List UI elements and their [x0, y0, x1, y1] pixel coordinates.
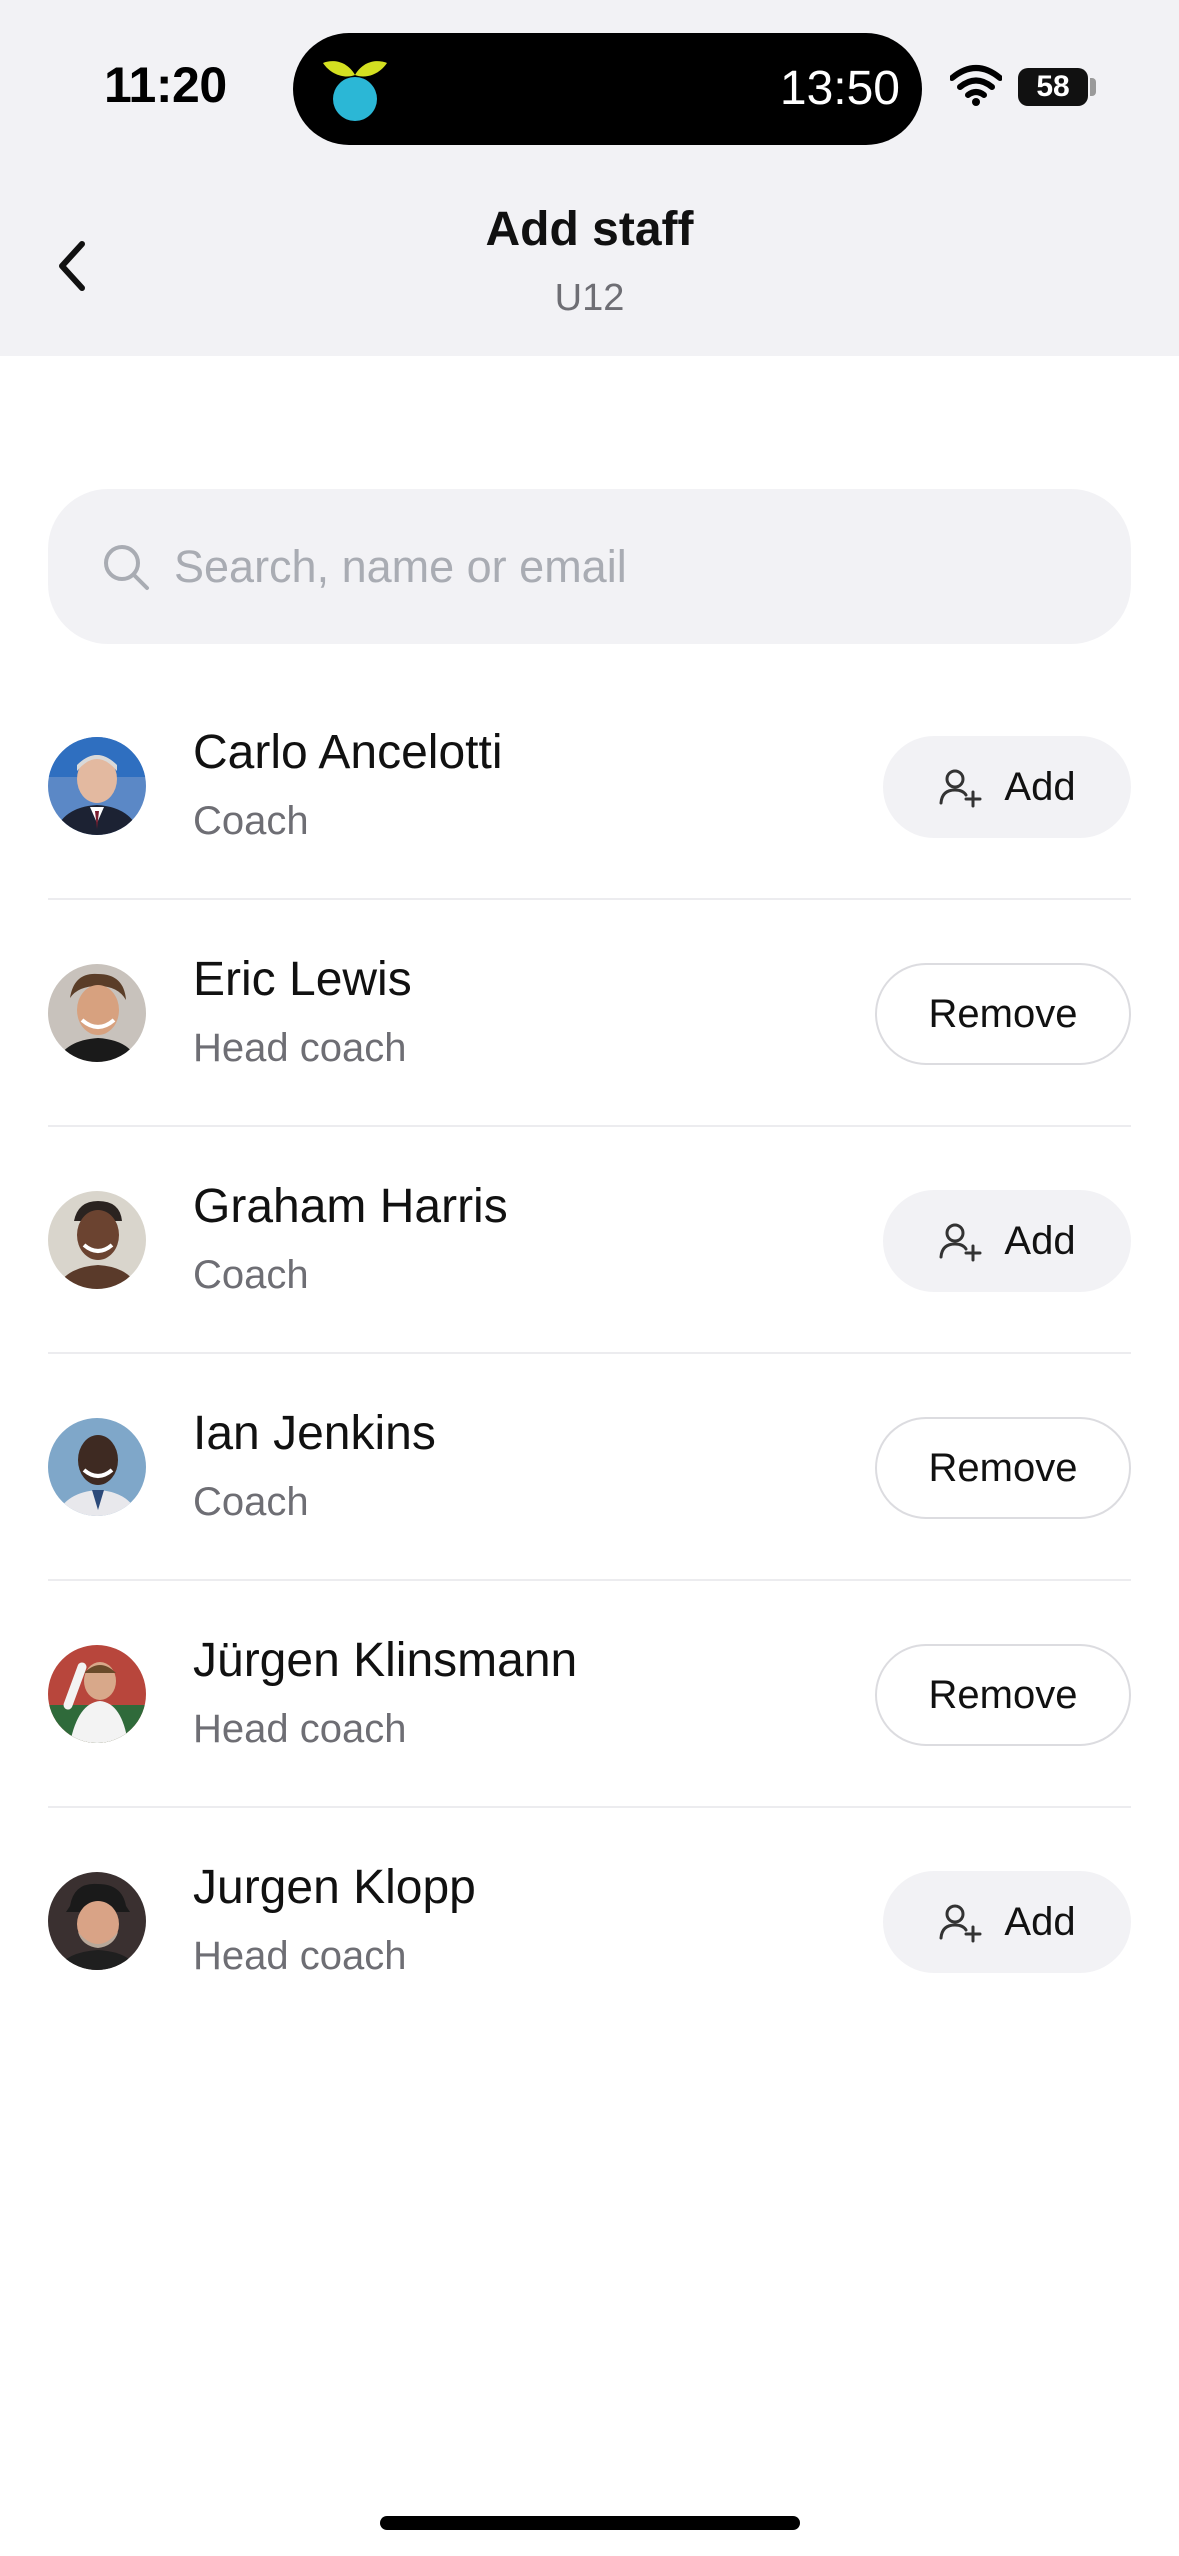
staff-role: Head coach — [193, 1707, 407, 1751]
staff-name: Jurgen Klopp — [193, 1861, 476, 1914]
remove-staff-button[interactable]: Remove — [875, 1417, 1131, 1519]
search-icon — [104, 545, 149, 590]
avatar[interactable] — [48, 737, 146, 835]
add-user-icon — [939, 1223, 982, 1262]
avatar[interactable] — [48, 1418, 146, 1516]
staff-role: Coach — [193, 1480, 309, 1524]
top-bar: 11:20 13:50 58 Add staff U12 — [0, 0, 1179, 356]
staff-role: Head coach — [193, 1934, 407, 1978]
staff-row: Graham Harris Coach Add — [48, 1127, 1131, 1354]
staff-row: Eric Lewis Head coach Remove — [48, 900, 1131, 1127]
staff-name: Carlo Ancelotti — [193, 726, 503, 779]
add-button-label: Add — [1004, 1899, 1076, 1944]
staff-row: Jürgen Klinsmann Head coach Remove — [48, 1581, 1131, 1808]
search-bar[interactable] — [48, 489, 1131, 644]
battery-indicator: 58 — [1018, 68, 1088, 106]
avatar[interactable] — [48, 964, 146, 1062]
remove-staff-button[interactable]: Remove — [875, 1644, 1131, 1746]
staff-name: Jürgen Klinsmann — [193, 1634, 578, 1687]
staff-name: Eric Lewis — [193, 953, 412, 1006]
island-time: 13:50 — [779, 62, 900, 115]
staff-role: Coach — [193, 799, 309, 843]
battery-cap — [1090, 78, 1096, 96]
page-subtitle: U12 — [554, 277, 625, 319]
add-staff-button[interactable]: Add — [883, 736, 1131, 838]
add-button-label: Add — [1004, 1218, 1076, 1263]
staff-row: Jurgen Klopp Head coach Add — [48, 1808, 1131, 2035]
remove-button-label: Remove — [928, 991, 1078, 1036]
staff-name: Graham Harris — [193, 1180, 508, 1233]
home-indicator[interactable] — [380, 2516, 800, 2530]
staff-name: Ian Jenkins — [193, 1407, 436, 1460]
page-title: Add staff — [485, 203, 694, 256]
staff-row: Ian Jenkins Coach Remove — [48, 1354, 1131, 1581]
add-button-label: Add — [1004, 764, 1076, 809]
remove-staff-button[interactable]: Remove — [875, 963, 1131, 1065]
avatar[interactable] — [48, 1191, 146, 1289]
staff-role: Head coach — [193, 1026, 407, 1070]
wifi-icon — [950, 65, 1002, 106]
search-input[interactable] — [174, 489, 1094, 644]
dynamic-island: 13:50 — [293, 33, 922, 145]
remove-button-label: Remove — [928, 1672, 1078, 1717]
add-staff-button[interactable]: Add — [883, 1871, 1131, 1973]
staff-role: Coach — [193, 1253, 309, 1297]
staff-list: Carlo Ancelotti Coach Add Eric Lewis Hea… — [48, 673, 1131, 2035]
app-logo-icon — [323, 61, 387, 121]
remove-button-label: Remove — [928, 1445, 1078, 1490]
status-time: 11:20 — [104, 57, 227, 113]
avatar[interactable] — [48, 1872, 146, 1970]
avatar[interactable] — [48, 1645, 146, 1743]
staff-row: Carlo Ancelotti Coach Add — [48, 673, 1131, 900]
add-staff-button[interactable]: Add — [883, 1190, 1131, 1292]
add-user-icon — [939, 1904, 982, 1943]
add-user-icon — [939, 769, 982, 808]
